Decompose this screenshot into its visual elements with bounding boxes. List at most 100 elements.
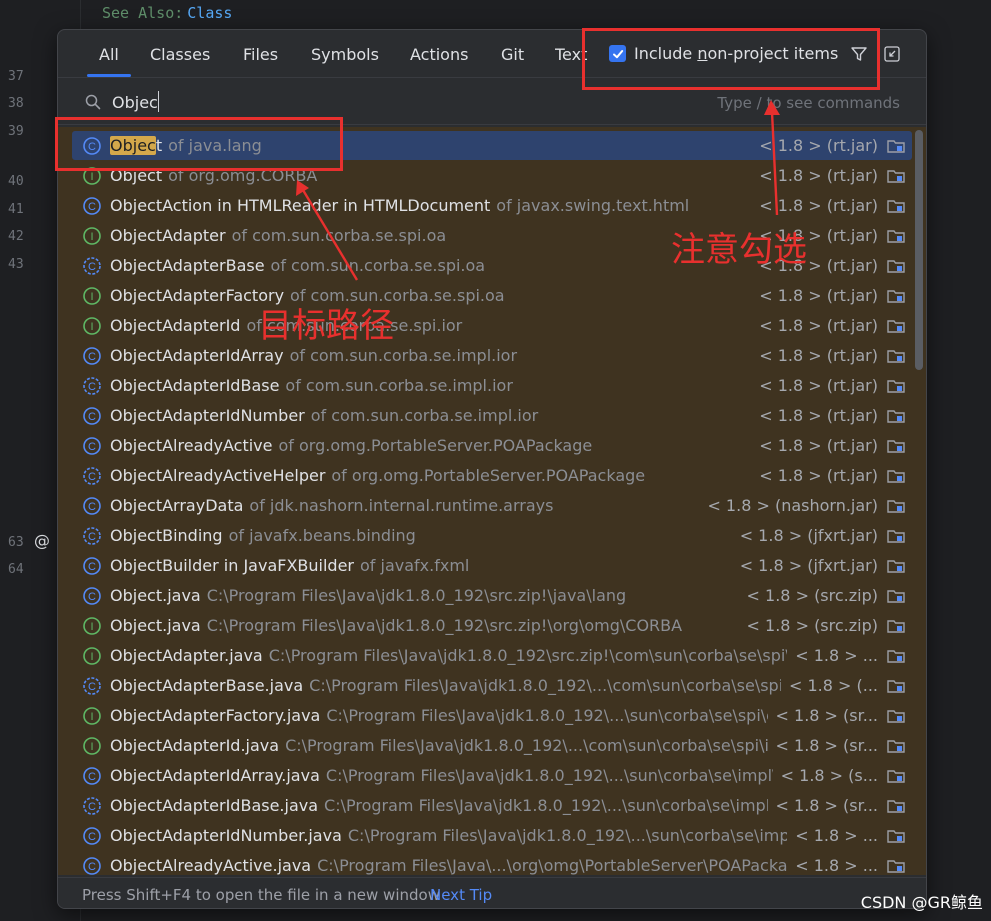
svg-text:C: C (88, 861, 96, 873)
svg-text:C: C (88, 381, 96, 393)
search-icon (85, 94, 101, 110)
result-name-text: ObjectArrayData (110, 496, 244, 515)
next-tip-link[interactable]: Next Tip (430, 886, 492, 904)
result-row[interactable]: C ObjectArrayData of jdk.nashorn.internal.… (72, 491, 912, 520)
np-label-mnemonic: n (697, 44, 708, 63)
tab-files[interactable]: Files (243, 45, 278, 64)
tab-text[interactable]: Text (555, 45, 593, 64)
result-row[interactable]: C ObjectAdapterBase.java C:\Program Files\… (72, 671, 912, 700)
commands-hint: Type / to see commands (717, 94, 900, 112)
result-library: < 1.8 > ... (795, 646, 878, 665)
svg-text:C: C (88, 801, 96, 813)
text-caret (158, 91, 159, 112)
result-row[interactable]: C ObjectAdapterIdNumber of com.sun.corba.s… (72, 401, 912, 430)
line-number: 41 (8, 202, 24, 217)
result-name: ObjectAdapter.java (110, 646, 263, 665)
result-location: C:\Program Files\Java\...\org\omg\Portab… (317, 856, 788, 875)
library-folder-icon (886, 496, 906, 516)
see-also-label: See Also: (102, 4, 184, 22)
library-folder-icon (886, 406, 906, 426)
result-name-text: ObjectAdapterIdBase.java (110, 796, 319, 815)
result-name: ObjectAdapter (110, 226, 226, 245)
result-location: C:\Program Files\Java\jdk1.8.0_192\src.z… (206, 586, 627, 605)
result-row[interactable]: C ObjectAdapterIdBase of com.sun.corba.se.… (72, 371, 912, 400)
result-row[interactable]: C ObjectAdapterIdBase.java C:\Program File… (72, 791, 912, 820)
tab-all[interactable]: All (87, 45, 131, 77)
result-name-text: ObjectAlreadyActive (110, 436, 273, 455)
svg-text:C: C (88, 141, 96, 153)
filter-icon[interactable] (850, 45, 868, 63)
result-row-selected[interactable]: C Object of java.lang < 1.8 > (rt.jar) (72, 131, 912, 160)
tab-classes[interactable]: Classes (150, 45, 210, 64)
result-location: of java.lang (168, 136, 262, 155)
result-library: < 1.8 > (rt.jar) (759, 196, 878, 215)
result-location: of org.omg.PortableServer.POAPackage (278, 436, 593, 455)
result-name-text: ObjectAdapterBase.java (110, 676, 304, 695)
interface-icon: I (82, 226, 102, 246)
library-folder-icon (886, 646, 906, 666)
collapse-to-editor-icon[interactable] (883, 45, 901, 63)
result-row[interactable]: C ObjectAdapterIdArray of com.sun.corba.se… (72, 341, 912, 370)
result-row[interactable]: I Object.java C:\Program Files\Java\jdk1.8… (72, 611, 912, 640)
result-row[interactable]: I Object of org.omg.CORBA < 1.8 > (rt.jar) (72, 161, 912, 190)
class-icon: C (82, 436, 102, 456)
result-library: < 1.8 > (rt.jar) (759, 166, 878, 185)
result-row[interactable]: I ObjectAdapterFactory.java C:\Program Fil… (72, 701, 912, 730)
result-library: < 1.8 > (nashorn.jar) (707, 496, 878, 515)
result-name: ObjectAdapterIdBase (110, 376, 279, 395)
result-library: < 1.8 > (src.zip) (746, 616, 878, 635)
result-name-text: ObjectBinding (110, 526, 223, 545)
result-location: of com.sun.corba.se.impl.ior (310, 406, 539, 425)
result-row[interactable]: C ObjectAlreadyActiveHelper of org.omg.Por… (72, 461, 912, 490)
abstract-class-icon: C (82, 526, 102, 546)
class-icon: C (82, 496, 102, 516)
result-row[interactable]: I ObjectAdapterId of com.sun.corba.se.spi.… (72, 311, 912, 340)
result-row[interactable]: C ObjectBuilder in JavaFXBuilder of javafx… (72, 551, 912, 580)
result-row[interactable]: C ObjectAlreadyActive of org.omg.PortableS… (72, 431, 912, 460)
result-name: ObjectAdapterIdArray (110, 346, 284, 365)
abstract-class-icon: C (82, 796, 102, 816)
result-name-text: ObjectAdapterIdArray.java (110, 766, 320, 785)
include-non-project-items-toggle[interactable]: Include non-project items (609, 44, 838, 63)
result-row[interactable]: C ObjectBinding of javafx.beans.binding < 1… (72, 521, 912, 550)
result-library: < 1.8 > (rt.jar) (759, 316, 878, 335)
result-row[interactable]: C ObjectAdapterIdNumber.java C:\Program Fi… (72, 821, 912, 850)
result-name-text: Object.java (110, 616, 201, 635)
popup-footer: Press Shift+F4 to open the file in a new… (58, 877, 926, 908)
result-library: < 1.8 > (s... (780, 766, 878, 785)
result-name: ObjectArrayData (110, 496, 243, 515)
tab-actions[interactable]: Actions (410, 45, 468, 64)
svg-text:I: I (90, 291, 93, 303)
result-row[interactable]: C ObjectAdapterIdArray.java C:\Program Fil… (72, 761, 912, 790)
abstract-class-icon: C (82, 466, 102, 486)
result-row[interactable]: C ObjectAction in HTMLReader in HTMLDocum… (72, 191, 912, 220)
result-name-text: ObjectAdapterIdNumber.java (110, 826, 342, 845)
library-folder-icon (886, 616, 906, 636)
library-folder-icon (886, 466, 906, 486)
tab-symbols[interactable]: Symbols (311, 45, 379, 64)
result-location: of javax.swing.text.html (496, 196, 690, 215)
library-folder-icon (886, 556, 906, 576)
result-name-text: Object.java (110, 586, 201, 605)
result-location: of javafx.fxml (360, 556, 470, 575)
result-location: of com.sun.corba.se.impl.ior (289, 346, 518, 365)
svg-text:C: C (88, 201, 96, 213)
result-row[interactable]: I ObjectAdapterFactory of com.sun.corba.se… (72, 281, 912, 310)
result-row[interactable]: I ObjectAdapterId.java C:\Program Files\Ja… (72, 731, 912, 760)
library-folder-icon (886, 796, 906, 816)
svg-text:I: I (90, 171, 93, 183)
library-folder-icon (886, 736, 906, 756)
results-scrollbar-thumb[interactable] (915, 130, 923, 370)
interface-icon: I (82, 286, 102, 306)
see-also-class-link[interactable]: Class (187, 4, 232, 22)
javadoc-see-also: See Also: Class (102, 4, 232, 22)
result-row[interactable]: C Object.java C:\Program Files\Java\jdk1.8… (72, 581, 912, 610)
result-row[interactable]: C ObjectAlreadyActive.java C:\Program File… (72, 851, 912, 875)
result-row[interactable]: I ObjectAdapter.java C:\Program Files\Java… (72, 641, 912, 670)
result-name: ObjectAdapterIdBase.java (110, 796, 318, 815)
search-input[interactable] (112, 89, 532, 115)
svg-text:C: C (88, 831, 96, 843)
tab-git[interactable]: Git (501, 45, 524, 64)
result-name: ObjectBuilder in JavaFXBuilder (110, 556, 354, 575)
include-non-project-checkbox[interactable] (609, 45, 626, 62)
